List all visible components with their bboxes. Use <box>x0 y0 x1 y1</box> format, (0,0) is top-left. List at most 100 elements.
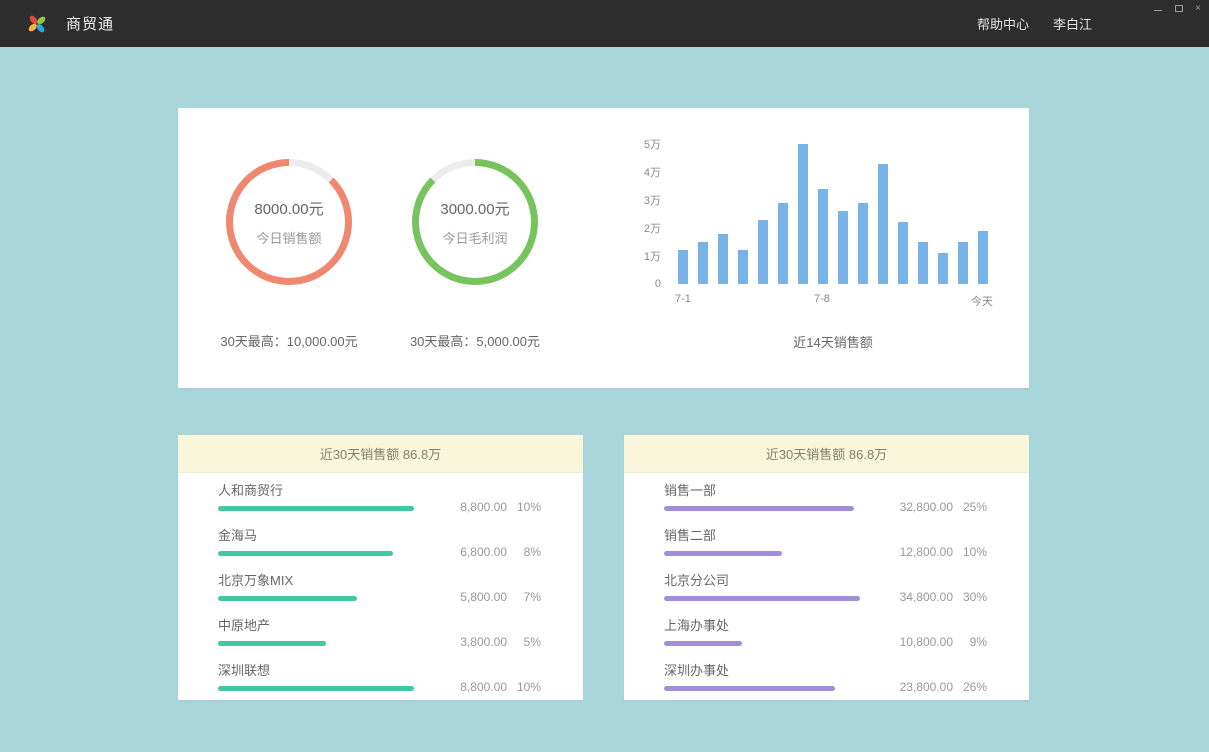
today-sales-label: 今日销售额 <box>256 228 321 247</box>
list-item: 深圳办事处23,800.0026% <box>664 655 987 700</box>
item-name: 深圳办事处 <box>664 663 875 679</box>
item-amount: 5,800.00 <box>443 590 507 604</box>
item-name: 北京分公司 <box>664 573 875 589</box>
item-percent: 9% <box>953 635 987 649</box>
y-tick-label: 0 <box>655 278 661 290</box>
bar-slot <box>693 144 713 284</box>
sales-bar <box>938 253 948 284</box>
list-item: 上海办事处10,800.009% <box>664 610 987 655</box>
item-info: 人和商贸行 <box>218 483 429 511</box>
sales-bar <box>898 222 908 284</box>
item-name: 金海马 <box>218 528 429 544</box>
close-icon[interactable]: × <box>1195 4 1201 13</box>
item-values: 10,800.009% <box>875 635 987 649</box>
bar-slot <box>773 144 793 284</box>
item-info: 销售二部 <box>664 528 875 556</box>
departments-card: 近30天销售额 86.8万 销售一部32,800.0025%销售二部12,800… <box>624 435 1029 700</box>
item-progress-bar <box>218 506 414 511</box>
x-axis: 7-17-8今天 <box>673 284 993 306</box>
item-info: 深圳办事处 <box>664 663 875 691</box>
item-amount: 34,800.00 <box>889 590 953 604</box>
sales-bar <box>698 242 708 284</box>
item-name: 人和商贸行 <box>218 483 429 499</box>
item-info: 北京分公司 <box>664 573 875 601</box>
item-values: 8,800.0010% <box>429 680 541 694</box>
x-tick-label: 今天 <box>971 284 993 306</box>
sales-bar <box>978 231 988 284</box>
bar-slot <box>953 144 973 284</box>
item-info: 北京万象MIX <box>218 573 429 601</box>
bar-slot <box>753 144 773 284</box>
y-tick-label: 3万 <box>644 192 661 208</box>
card-title: 近30天销售额 86.8万 <box>178 435 583 473</box>
item-name: 深圳联想 <box>218 663 429 679</box>
app-window: 商贸通 帮助中心 李白江 × 8000.00元 今日销售额 30天最高：10,0… <box>0 0 1209 752</box>
bar-slot <box>793 144 813 284</box>
item-progress-bar <box>664 596 860 601</box>
item-values: 6,800.008% <box>429 545 541 559</box>
item-progress-bar <box>664 686 835 691</box>
item-values: 5,800.007% <box>429 590 541 604</box>
item-percent: 30% <box>953 590 987 604</box>
item-percent: 25% <box>953 500 987 514</box>
help-center-link[interactable]: 帮助中心 <box>977 14 1029 33</box>
item-name: 销售二部 <box>664 528 875 544</box>
item-values: 23,800.0026% <box>875 680 987 694</box>
item-amount: 23,800.00 <box>889 680 953 694</box>
maximize-icon[interactable] <box>1174 4 1184 13</box>
list-item: 销售二部12,800.0010% <box>664 520 987 565</box>
today-profit-label: 今日毛利润 <box>442 228 507 247</box>
brand: 商贸通 <box>0 13 114 35</box>
chart-caption: 近14天销售额 <box>673 332 993 351</box>
item-values: 12,800.0010% <box>875 545 987 559</box>
item-progress-bar <box>218 551 393 556</box>
sales-bar <box>838 211 848 284</box>
x-tick-label <box>772 284 792 306</box>
item-amount: 8,800.00 <box>443 500 507 514</box>
item-percent: 7% <box>507 590 541 604</box>
bar-slot <box>933 144 953 284</box>
sales-bar-chart <box>673 144 993 284</box>
x-tick-label <box>931 284 951 306</box>
user-name-link[interactable]: 李白江 <box>1053 14 1092 33</box>
y-axis: 5万4万3万2万1万0 <box>637 144 673 284</box>
list-item: 北京万象MIX5,800.007% <box>218 565 541 610</box>
sales-bar <box>778 203 788 284</box>
x-tick-label <box>713 284 733 306</box>
sales-bar <box>858 203 868 284</box>
bar-slot <box>833 144 853 284</box>
item-progress-bar <box>664 506 854 511</box>
item-name: 中原地产 <box>218 618 429 634</box>
item-progress-bar <box>664 551 782 556</box>
bar-slot <box>853 144 873 284</box>
minimize-icon[interactable] <box>1153 4 1163 13</box>
sales-summary-card: 8000.00元 今日销售额 30天最高：10,000.00元 3000.00元… <box>178 108 1029 388</box>
today-profit-donut-block: 3000.00元 今日毛利润 30天最高：5,000.00元 <box>400 108 550 388</box>
bar-slot <box>733 144 753 284</box>
x-tick-label <box>792 284 812 306</box>
customers-card: 近30天销售额 86.8万 人和商贸行 8,800.0010% 金海马6,800.0… <box>178 435 583 700</box>
item-progress-bar <box>664 641 742 646</box>
x-tick-label: 7-1 <box>673 284 693 306</box>
list-item: 金海马6,800.008% <box>218 520 541 565</box>
window-controls: × <box>1153 4 1201 13</box>
bar-slot <box>973 144 993 284</box>
titlebar: 商贸通 帮助中心 李白江 × <box>0 0 1209 47</box>
x-tick-label <box>693 284 713 306</box>
sales-bar <box>818 189 828 284</box>
y-tick-label: 5万 <box>644 136 661 152</box>
sales-bar <box>958 242 968 284</box>
list-item: 深圳联想8,800.0010% <box>218 655 541 700</box>
y-tick-label: 2万 <box>644 220 661 236</box>
y-tick-label: 4万 <box>644 164 661 180</box>
sales-bar <box>738 250 748 284</box>
item-name: 销售一部 <box>664 483 875 499</box>
item-progress-bar <box>218 596 357 601</box>
x-tick-label <box>832 284 852 306</box>
item-progress-bar <box>218 641 326 646</box>
card-title: 近30天销售额 86.8万 <box>624 435 1029 473</box>
donut-center: 3000.00元 今日毛利润 <box>419 166 531 278</box>
item-name: 上海办事处 <box>664 618 875 634</box>
x-tick-label <box>951 284 971 306</box>
list-item: 销售一部32,800.0025% <box>664 475 987 520</box>
